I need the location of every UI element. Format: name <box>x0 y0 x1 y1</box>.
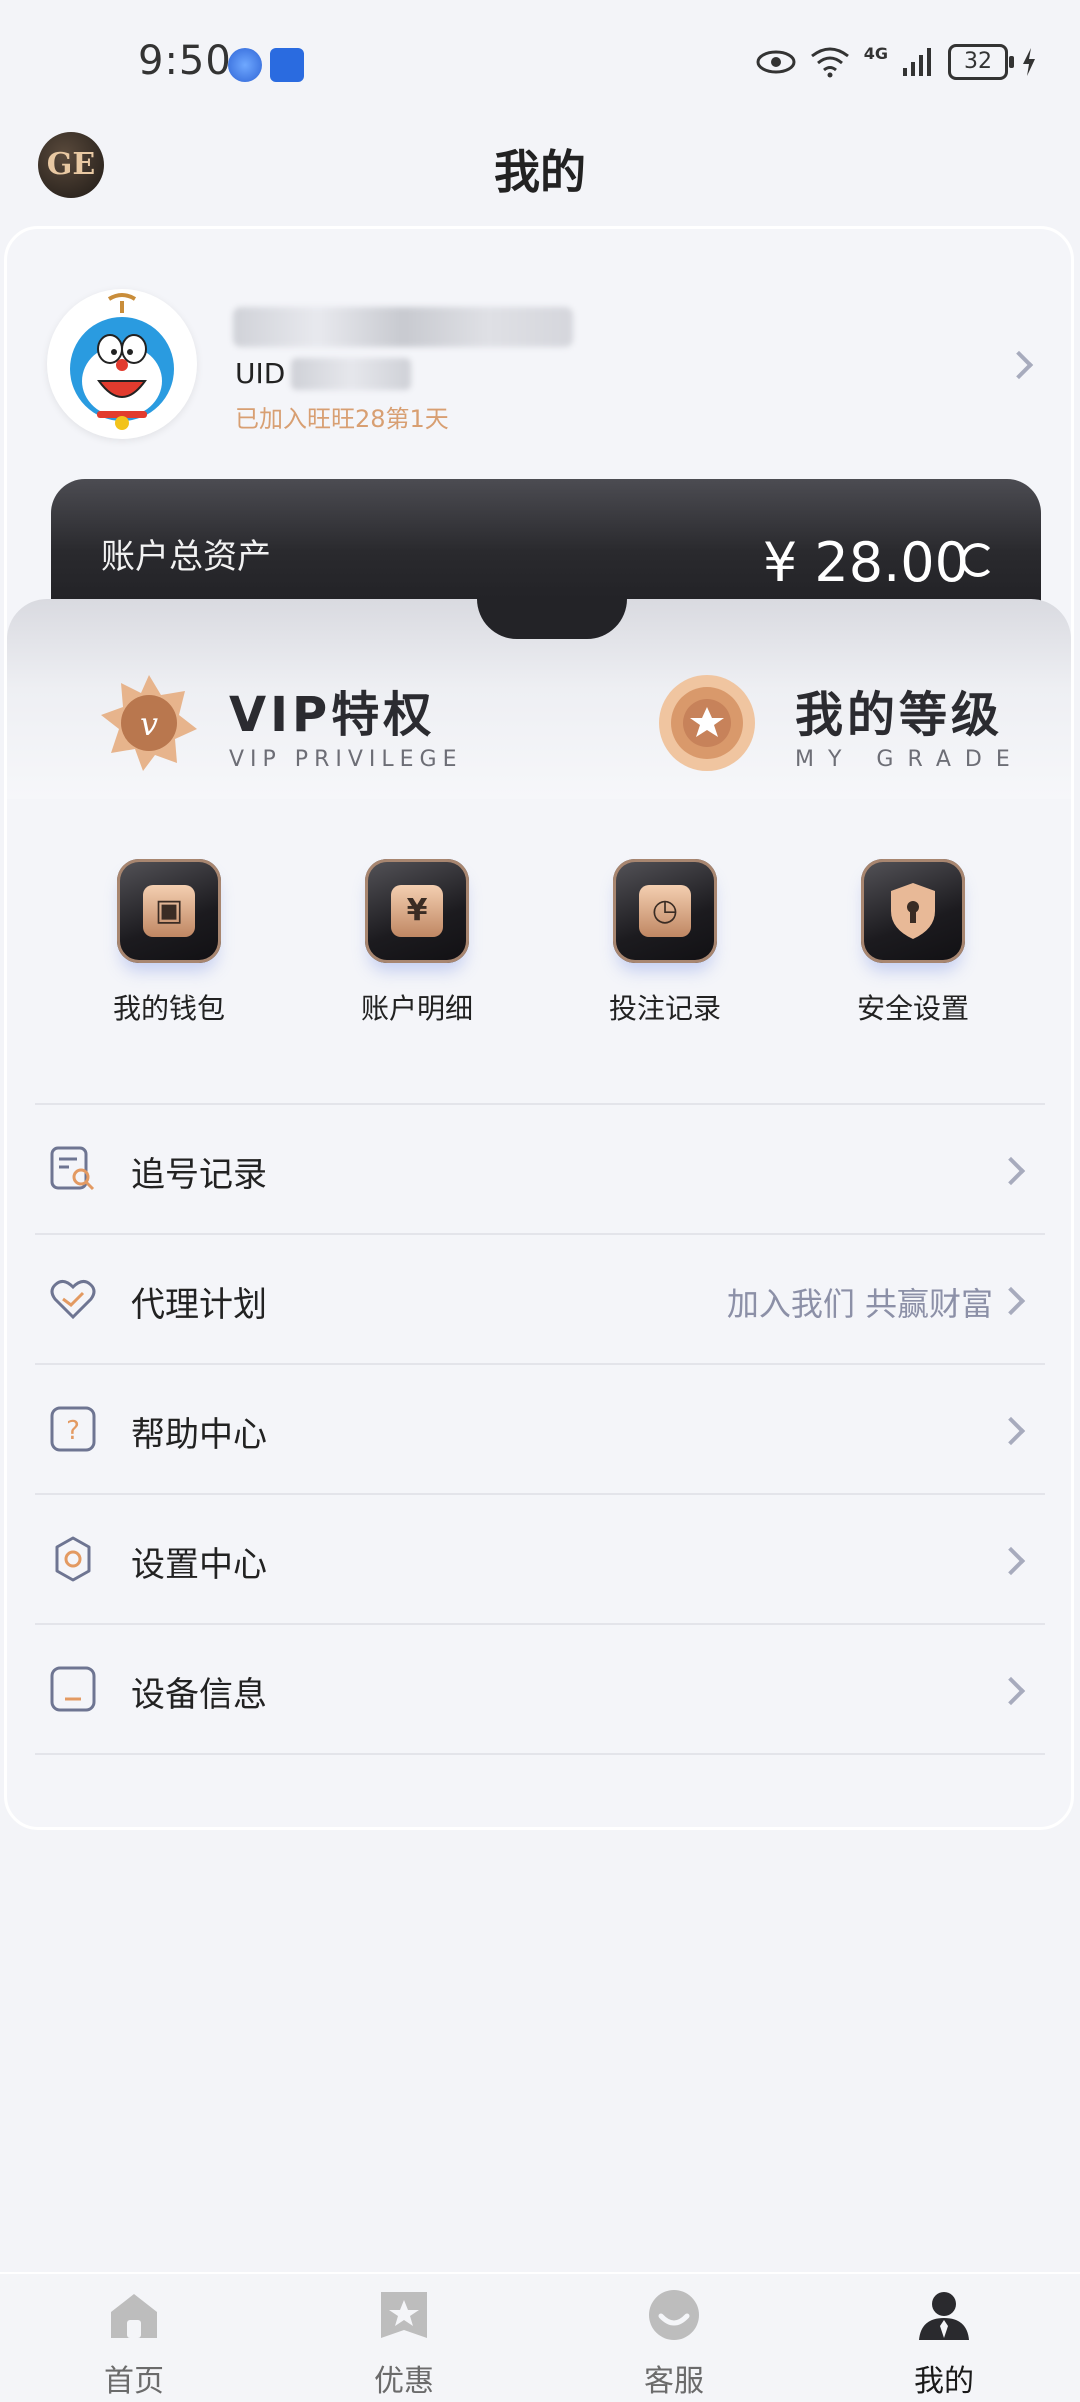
quick-action-account-detail[interactable]: ¥ 账户明细 <box>317 859 517 1027</box>
vip-badge-icon: v <box>99 673 199 773</box>
grade-title: 我的等级 <box>795 686 1004 743</box>
quick-action-bet-records[interactable]: ◷ 投注记录 <box>565 859 765 1027</box>
nav-label: 优惠 <box>374 2364 434 2399</box>
menu-label: 追号记录 <box>131 1155 267 1195</box>
menu-item-device-info[interactable]: 设备信息 <box>35 1623 1045 1755</box>
nav-label: 首页 <box>104 2364 164 2399</box>
coupon-star-icon <box>381 2292 427 2338</box>
join-days-text: 已加入旺旺28第1天 <box>235 405 449 433</box>
record-clock-icon: ◷ <box>613 859 717 963</box>
device-icon <box>50 1666 96 1712</box>
signal-icon <box>903 48 931 76</box>
profile-chevron-icon[interactable] <box>1004 350 1034 380</box>
menu-item-settings-center[interactable]: 设置中心 <box>35 1493 1045 1623</box>
shield-lock-icon <box>861 859 965 963</box>
home-icon <box>111 2294 157 2338</box>
avatar[interactable] <box>47 289 197 439</box>
quick-action-label: 投注记录 <box>608 992 721 1025</box>
nav-profile[interactable]: 我的 <box>884 2288 1004 2400</box>
quick-action-security[interactable]: 安全设置 <box>813 859 1013 1027</box>
network-type: 4G <box>863 44 888 63</box>
page-header: GE 我的 <box>0 130 1080 230</box>
yuan-bag-icon: ¥ <box>365 859 469 963</box>
panel-notch <box>477 599 627 639</box>
wifi-icon <box>810 47 849 78</box>
page-title: 我的 <box>494 145 586 199</box>
browser-app-icon <box>228 48 262 82</box>
chevron-right-icon <box>996 1546 1026 1576</box>
charging-bolt-icon <box>1023 48 1035 76</box>
chevron-right-icon <box>996 1416 1026 1446</box>
search-list-icon <box>50 1146 95 1191</box>
status-time: 9:50 <box>138 38 232 84</box>
grade-subtitle: MY GRADE <box>795 746 1024 772</box>
vip-title: VIP特权 <box>229 686 436 743</box>
chevron-right-icon <box>996 1676 1026 1706</box>
profile-card: UID 已加入旺旺28第1天 账户总资产 ¥ 28.00 v VIP特权 VIP… <box>4 226 1074 1830</box>
bottom-navigation: 首页 优惠 客服 我的 <box>0 2272 1080 2402</box>
assets-label: 账户总资产 <box>101 537 271 577</box>
grade-medal-icon <box>657 673 757 773</box>
assets-amount: ¥ 28.00 <box>762 531 969 594</box>
help-question-icon: ? <box>50 1406 96 1452</box>
status-bar: 9:50 4G 32 <box>0 0 1080 130</box>
eye-icon <box>756 50 796 74</box>
menu-item-agent-plan[interactable]: 代理计划 加入我们 共赢财富 <box>35 1233 1045 1363</box>
app-notification-icon <box>270 48 304 82</box>
profile-icon <box>919 2292 969 2340</box>
quick-action-wallet[interactable]: ▣ 我的钱包 <box>69 859 269 1027</box>
menu-list: 追号记录 代理计划 加入我们 共赢财富 ? 帮助中心 设置中心 设备信息 <box>35 1103 1045 1755</box>
quick-action-label: 账户明细 <box>360 992 473 1025</box>
nav-promotions[interactable]: 优惠 <box>344 2288 464 2400</box>
uid-row: UID <box>235 357 412 390</box>
menu-label: 帮助中心 <box>131 1415 267 1455</box>
handshake-heart-icon <box>50 1280 96 1320</box>
refresh-icon[interactable] <box>961 543 995 577</box>
chevron-right-icon <box>996 1156 1026 1186</box>
quick-action-label: 安全设置 <box>856 992 969 1025</box>
vip-privilege-button[interactable]: v VIP特权 VIP PRIVILEGE <box>99 673 462 773</box>
svg-text:v: v <box>140 705 158 743</box>
uid-redacted <box>291 357 412 390</box>
uid-prefix: UID <box>235 357 286 390</box>
settings-gear-icon <box>55 1536 91 1582</box>
doraemon-avatar-image <box>70 293 174 430</box>
quick-action-label: 我的钱包 <box>112 992 225 1025</box>
nav-home[interactable]: 首页 <box>74 2288 194 2400</box>
my-grade-button[interactable]: 我的等级 MY GRADE <box>657 673 1024 773</box>
nav-label: 客服 <box>644 2364 704 2399</box>
vip-subtitle: VIP PRIVILEGE <box>229 746 463 772</box>
nav-label: 我的 <box>914 2364 974 2399</box>
menu-extra-text: 加入我们 共赢财富 <box>726 1285 993 1323</box>
svg-text:?: ? <box>66 1416 80 1446</box>
menu-label: 代理计划 <box>131 1285 267 1325</box>
menu-item-chase-records[interactable]: 追号记录 <box>35 1103 1045 1233</box>
nav-customer-service[interactable]: 客服 <box>614 2288 734 2400</box>
chevron-right-icon <box>996 1286 1026 1316</box>
wallet-icon: ▣ <box>117 859 221 963</box>
battery-icon: 32 <box>948 44 1014 80</box>
menu-label: 设备信息 <box>131 1675 267 1715</box>
username-redacted <box>233 307 573 347</box>
menu-label: 设置中心 <box>131 1545 267 1585</box>
menu-item-help-center[interactable]: ? 帮助中心 <box>35 1363 1045 1493</box>
customer-service-icon <box>649 2290 699 2340</box>
